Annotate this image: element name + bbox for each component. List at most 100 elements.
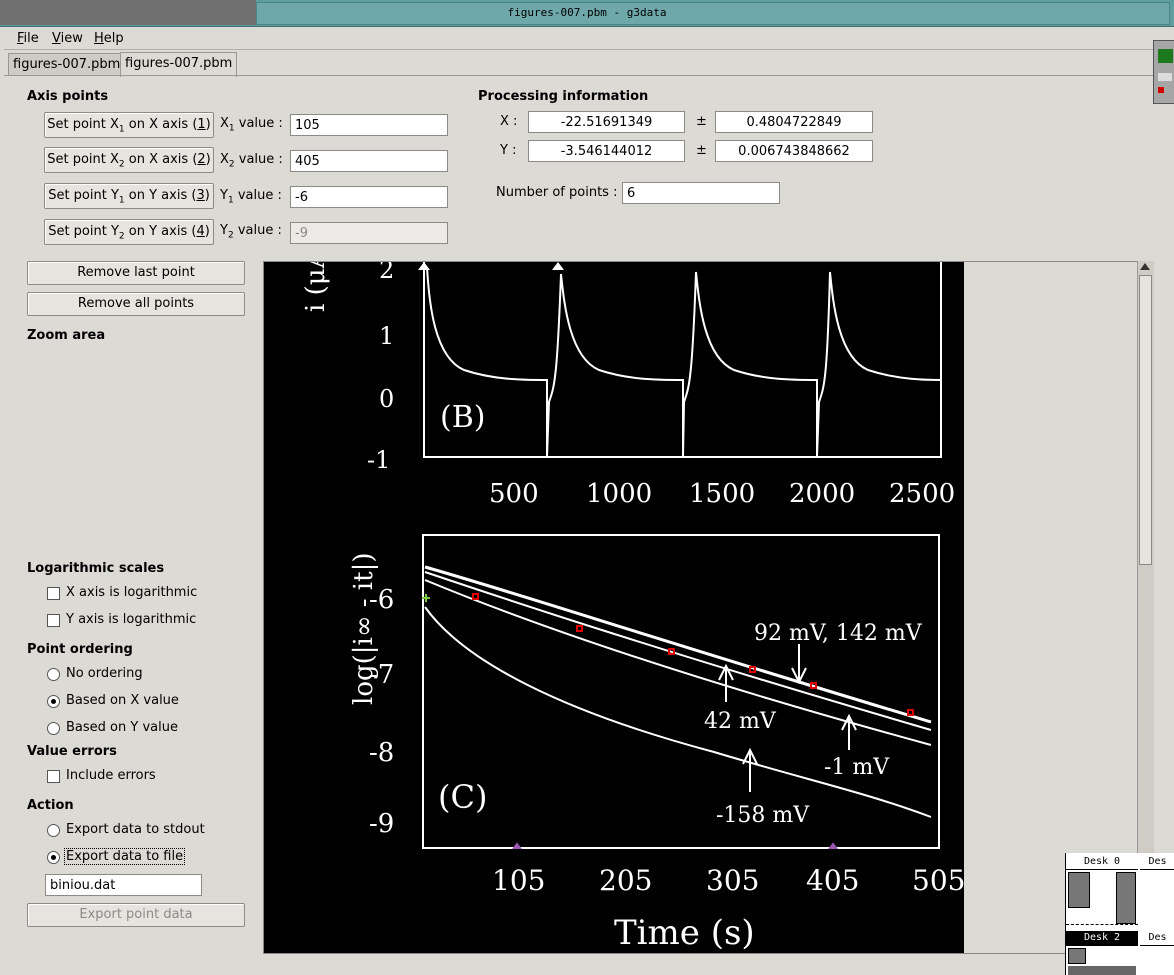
num-points-label: Number of points :	[496, 185, 618, 200]
x2-value-label: X2 value :	[220, 152, 283, 170]
order-y-label[interactable]: Based on Y value	[66, 720, 178, 735]
desk-1-title[interactable]: Des	[1140, 855, 1174, 870]
y-error-value[interactable]	[715, 140, 873, 162]
y2-value-input[interactable]	[290, 222, 448, 244]
processing-info-title: Processing information	[478, 89, 649, 104]
zoom-area-title: Zoom area	[27, 328, 106, 343]
desk-0-preview[interactable]	[1066, 870, 1138, 925]
x-result-label: X :	[500, 114, 518, 129]
x-log-label[interactable]: X axis is logarithmic	[66, 585, 197, 600]
x-error-value[interactable]	[715, 111, 873, 133]
image-vertical-scrollbar[interactable]	[1137, 261, 1154, 952]
tab-file-2[interactable]: figures-007.pbm	[120, 52, 238, 77]
set-x2-button[interactable]: Set point X2 on X axis (2)	[44, 147, 214, 173]
panel-b-xtick: 2500	[889, 479, 955, 509]
y1-value-label: Y1 value :	[220, 188, 282, 206]
image-viewport[interactable]: i (μA) 2 1 0 -1 500 1000 1500 2000 2500 …	[263, 261, 1139, 954]
point-ordering-title: Point ordering	[27, 642, 133, 657]
panel-b-xtick: 1000	[586, 479, 652, 509]
export-stdout-radio[interactable]	[47, 824, 60, 837]
export-file-label[interactable]: Export data to file	[64, 848, 186, 865]
y-log-checkbox[interactable]	[47, 614, 60, 627]
no-ordering-label[interactable]: No ordering	[66, 666, 143, 681]
dock-widget[interactable]	[1153, 40, 1174, 104]
menu-view[interactable]: View	[52, 31, 83, 46]
menu-help[interactable]: Help	[94, 31, 124, 46]
panel-b-xtick: 500	[489, 479, 539, 509]
panel-b-label: (B)	[440, 400, 485, 435]
x-log-checkbox[interactable]	[47, 587, 60, 600]
annotation-42: 42 mV	[704, 709, 777, 734]
panel-c-xtick: 105	[492, 864, 545, 897]
panel-c-xtick: 305	[706, 864, 759, 897]
remove-last-point-button[interactable]: Remove last point	[27, 261, 245, 285]
include-errors-label[interactable]: Include errors	[66, 768, 156, 783]
export-file-radio[interactable]	[47, 851, 60, 864]
menu-file[interactable]: File	[17, 31, 39, 46]
panel-b-ytick: 0	[379, 385, 394, 413]
figure-image[interactable]: i (μA) 2 1 0 -1 500 1000 1500 2000 2500 …	[264, 262, 964, 953]
x-result-value[interactable]	[528, 111, 685, 133]
annotation-minus158: -158 mV	[716, 803, 810, 828]
order-y-radio[interactable]	[47, 722, 60, 735]
window-titlebar[interactable]: figures-007.pbm - g3data	[0, 0, 1174, 27]
remove-all-points-button[interactable]: Remove all points	[27, 292, 245, 316]
desk-2-preview[interactable]	[1066, 946, 1138, 975]
axis-points-title: Axis points	[27, 89, 109, 104]
panel-c-xlabel: Time (s)	[614, 913, 755, 953]
set-y1-button[interactable]: Set point Y1 on Y axis (3)	[44, 183, 214, 209]
panel-c-ytick: -7	[369, 660, 394, 690]
panel-b-ytick: -1	[367, 446, 390, 474]
export-point-data-button[interactable]: Export point data	[27, 903, 245, 927]
window-title: figures-007.pbm - g3data	[507, 6, 667, 19]
action-title: Action	[27, 798, 74, 813]
record-icon	[1158, 87, 1164, 93]
x1-value-input[interactable]	[290, 114, 448, 136]
include-errors-checkbox[interactable]	[47, 770, 60, 783]
panel-b-xtick: 1500	[689, 479, 755, 509]
desk-2-title[interactable]: Desk 2	[1066, 931, 1138, 946]
y-result-value[interactable]	[528, 140, 685, 162]
y1-value-input[interactable]	[290, 186, 448, 208]
panel-b-ylabel: i (μA)	[301, 262, 331, 312]
x-pm-symbol: ±	[696, 114, 707, 129]
log-scales-title: Logarithmic scales	[27, 561, 165, 576]
panel-c-xtick: 505	[912, 864, 964, 897]
export-stdout-label[interactable]: Export data to stdout	[66, 822, 205, 837]
x2-value-input[interactable]	[290, 150, 448, 172]
num-points-value[interactable]	[622, 182, 780, 204]
order-x-radio[interactable]	[47, 695, 60, 708]
panel-b-xtick: 2000	[789, 479, 855, 509]
y-pm-symbol: ±	[696, 143, 707, 158]
tab-file-1[interactable]: figures-007.pbm	[8, 53, 126, 76]
y2-value-label: Y2 value :	[220, 223, 282, 241]
panel-c-label: (C)	[438, 778, 487, 816]
value-errors-title: Value errors	[27, 744, 117, 759]
desktop-pager[interactable]: Desk 0 Des Desk 2 Des	[1065, 853, 1174, 975]
menubar: File View Help	[4, 27, 1154, 50]
desk-3-title[interactable]: Des	[1140, 931, 1174, 946]
desk-0-title[interactable]: Desk 0	[1066, 855, 1138, 870]
y-log-label[interactable]: Y axis is logarithmic	[66, 612, 196, 627]
annotation-92-142: 92 mV, 142 mV	[754, 621, 923, 646]
scroll-up-icon[interactable]	[1140, 263, 1150, 270]
cpu-graph-icon	[1158, 49, 1173, 63]
tab-divider	[4, 75, 1154, 76]
annotation-minus1: -1 mV	[824, 755, 890, 780]
export-filename-input[interactable]	[45, 874, 202, 896]
panel-c-xtick: 405	[806, 864, 859, 897]
panel-c-ytick: -6	[369, 585, 394, 615]
x1-value-label: X1 value :	[220, 116, 283, 134]
set-x1-button[interactable]: Set point X1 on X axis (1)	[44, 112, 214, 138]
order-x-label[interactable]: Based on X value	[66, 693, 179, 708]
panel-b-ytick: 1	[379, 322, 394, 350]
no-ordering-radio[interactable]	[47, 668, 60, 681]
set-y2-button[interactable]: Set point Y2 on Y axis (4)	[44, 219, 214, 245]
dock-button-icon	[1158, 73, 1172, 81]
panel-c-xtick: 205	[599, 864, 652, 897]
panel-c-ytick: -9	[369, 809, 394, 839]
panel-b-ytick: 2	[379, 262, 394, 284]
scrollbar-thumb[interactable]	[1139, 275, 1152, 565]
y-result-label: Y :	[500, 143, 517, 158]
panel-c-ytick: -8	[369, 738, 394, 768]
